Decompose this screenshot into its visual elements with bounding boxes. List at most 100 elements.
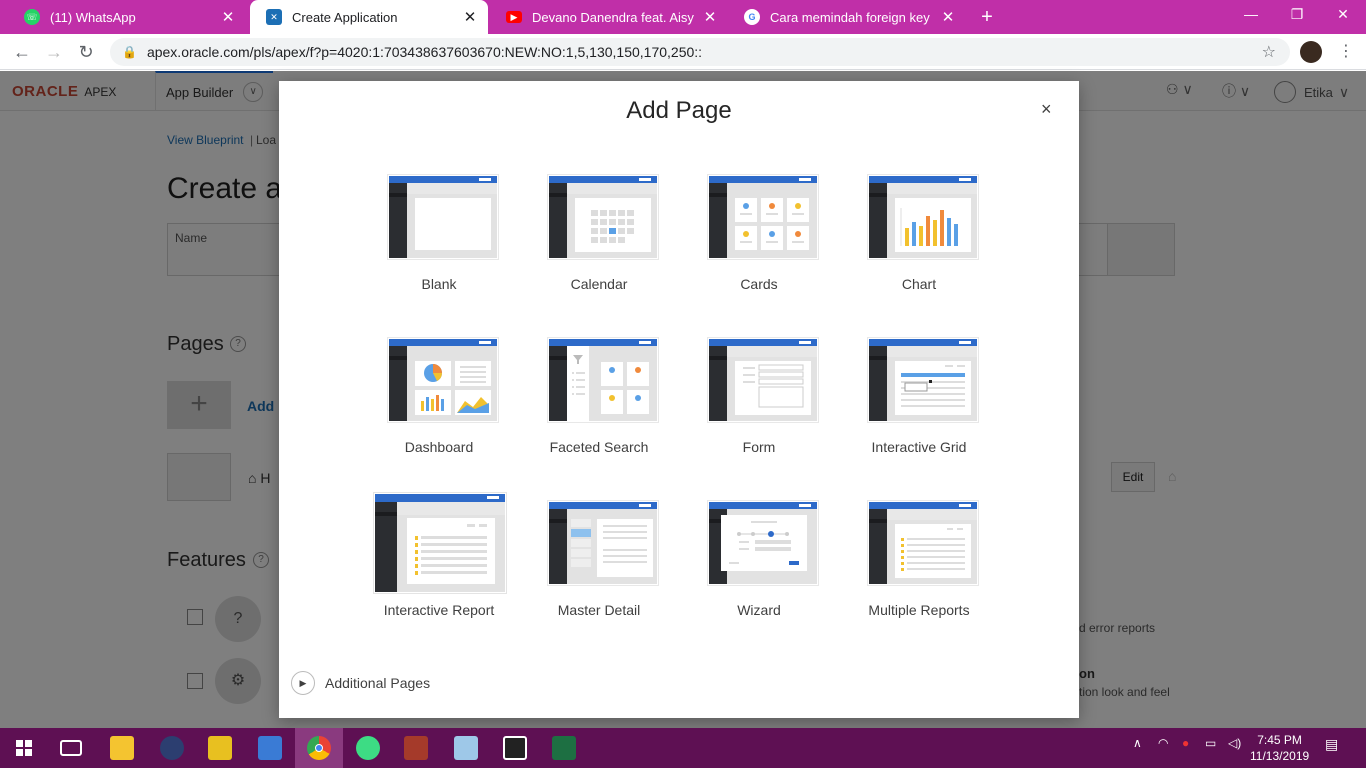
page-type-label: Master Detail (557, 602, 641, 618)
form-thumbnail (708, 338, 818, 422)
browser-tab-strip: ☏ (11) WhatsApp ✕ ✕ Create Application ✕… (0, 0, 1366, 34)
system-clock[interactable]: 7:45 PM 11/13/2019 (1250, 732, 1309, 764)
tab-label: Cara memindah foreign key - Per (770, 9, 932, 25)
page-type-interactive-report[interactable]: Interactive Report (369, 489, 509, 639)
dashboard-thumbnail (388, 338, 498, 422)
apex-icon: ✕ (266, 9, 282, 25)
multiple-reports-icon (901, 528, 965, 571)
clock-date: 11/13/2019 (1250, 749, 1310, 763)
clock-time: 7:45 PM (1257, 733, 1302, 747)
chrome-taskbar-active[interactable] (295, 728, 343, 768)
android-studio-icon[interactable] (356, 736, 380, 760)
master-detail-thumbnail (548, 501, 658, 585)
tab-youtube[interactable]: ▶ Devano Danendra feat. Aisyah Ad ✕ (490, 0, 728, 34)
page-type-calendar[interactable]: Calendar (529, 163, 669, 313)
calendar-grid-icon (591, 210, 634, 243)
dialog-title: Add Page (626, 97, 732, 124)
tab-google[interactable]: G Cara memindah foreign key - Per ✕ (728, 0, 966, 34)
cards-thumbnail (708, 175, 818, 259)
report-table-icon (415, 524, 487, 575)
close-dialog-icon[interactable]: × (1041, 99, 1052, 120)
minimize-icon[interactable]: — (1228, 6, 1274, 22)
page-type-label: Blank (421, 276, 457, 292)
battery-icon[interactable]: ▭ (1205, 736, 1216, 750)
bar-chart-icon (900, 208, 958, 246)
page-type-master-detail[interactable]: Master Detail (529, 489, 669, 639)
back-icon[interactable]: ← (10, 40, 34, 64)
page-type-label: Multiple Reports (868, 602, 970, 618)
page-type-wizard[interactable]: Wizard (689, 489, 829, 639)
lock-icon: 🔒 (122, 45, 137, 59)
app-icon-9[interactable] (454, 736, 478, 760)
url-text: apex.oracle.com/pls/apex/f?p=4020:1:7034… (146, 44, 703, 60)
page-type-label: Dashboard (404, 439, 474, 455)
page-type-label: Cards (740, 276, 778, 292)
close-tab-icon[interactable]: ✕ (462, 8, 478, 26)
page-type-form[interactable]: Form (689, 326, 829, 476)
network-app-icon[interactable] (258, 736, 282, 760)
page-type-blank[interactable]: Blank (369, 163, 509, 313)
volume-icon[interactable]: ◁) (1228, 736, 1241, 750)
forward-icon[interactable]: → (42, 40, 66, 64)
google-icon: G (744, 9, 760, 25)
task-view-icon[interactable] (60, 740, 82, 756)
additional-pages-label: Additional Pages (325, 675, 431, 691)
profile-avatar[interactable] (1300, 41, 1322, 63)
page-type-label: Chart (901, 276, 937, 292)
browser-toolbar: ← → ↻ 🔒 apex.oracle.com/pls/apex/f?p=402… (0, 34, 1366, 70)
wifi-icon[interactable]: ◠ (1158, 736, 1168, 750)
faceted-filter-icon (567, 346, 649, 421)
page-type-multiple-reports[interactable]: Multiple Reports (849, 489, 989, 639)
wizard-thumbnail (708, 501, 818, 585)
grid-table-icon (901, 365, 965, 407)
page-type-label: Interactive Report (383, 602, 495, 618)
file-explorer-icon[interactable] (110, 736, 134, 760)
page-type-label: Form (742, 439, 776, 455)
form-fields-icon (743, 364, 804, 408)
tab-whatsapp[interactable]: ☏ (11) WhatsApp ✕ (8, 0, 246, 34)
wizard-steps-icon (721, 515, 807, 571)
close-tab-icon[interactable]: ✕ (702, 8, 718, 26)
winrar-icon[interactable] (404, 736, 428, 760)
page-type-interactive-grid[interactable]: Interactive Grid (849, 326, 989, 476)
master-detail-icon (571, 519, 653, 577)
calendar-thumbnail (548, 175, 658, 259)
close-tab-icon[interactable]: ✕ (940, 8, 956, 26)
new-tab-button[interactable]: + (976, 6, 998, 29)
onedrive-error-icon[interactable]: ● (1182, 736, 1189, 750)
photos-icon[interactable] (503, 736, 527, 760)
close-tab-icon[interactable]: ✕ (220, 8, 236, 26)
add-page-dialog: Add Page × Blank Calendar Cards Chart Da… (279, 81, 1079, 718)
additional-pages-toggle[interactable]: ▶ Additional Pages (291, 671, 430, 695)
tab-label: (11) WhatsApp (50, 9, 136, 25)
window-close-icon[interactable]: ✕ (1320, 6, 1366, 23)
excel-icon[interactable] (552, 736, 576, 760)
chart-thumbnail (868, 175, 978, 259)
show-hidden-icons[interactable]: ∧ (1133, 736, 1142, 750)
address-bar[interactable]: 🔒 apex.oracle.com/pls/apex/f?p=4020:1:70… (110, 38, 1290, 66)
page-type-label: Calendar (570, 276, 628, 292)
app-icon-3[interactable] (208, 736, 232, 760)
notifications-icon[interactable]: ▤ (1325, 736, 1338, 753)
restore-icon[interactable]: ❐ (1274, 6, 1320, 23)
cards-grid-icon (735, 198, 809, 250)
reload-icon[interactable]: ↻ (74, 40, 98, 64)
interactive-grid-thumbnail (868, 338, 978, 422)
bookmark-star-icon[interactable]: ☆ (1262, 42, 1276, 62)
page-type-cards[interactable]: Cards (689, 163, 829, 313)
interactive-report-thumbnail (374, 493, 506, 593)
page-type-dashboard[interactable]: Dashboard (369, 326, 509, 476)
expand-play-icon[interactable]: ▶ (291, 671, 315, 695)
dashboard-widgets-icon (415, 361, 491, 415)
tab-create-application[interactable]: ✕ Create Application ✕ (250, 0, 488, 34)
youtube-icon: ▶ (506, 11, 522, 23)
page-type-chart[interactable]: Chart (849, 163, 989, 313)
tab-label: Create Application (292, 9, 398, 25)
blank-thumbnail (388, 175, 498, 259)
menu-kebab-icon[interactable]: ⋮ (1338, 41, 1354, 61)
page-type-label: Interactive Grid (871, 439, 967, 455)
eclipse-icon[interactable] (160, 736, 184, 760)
page-type-faceted-search[interactable]: Faceted Search (529, 326, 669, 476)
faceted-search-thumbnail (548, 338, 658, 422)
windows-start-icon[interactable] (16, 740, 32, 756)
